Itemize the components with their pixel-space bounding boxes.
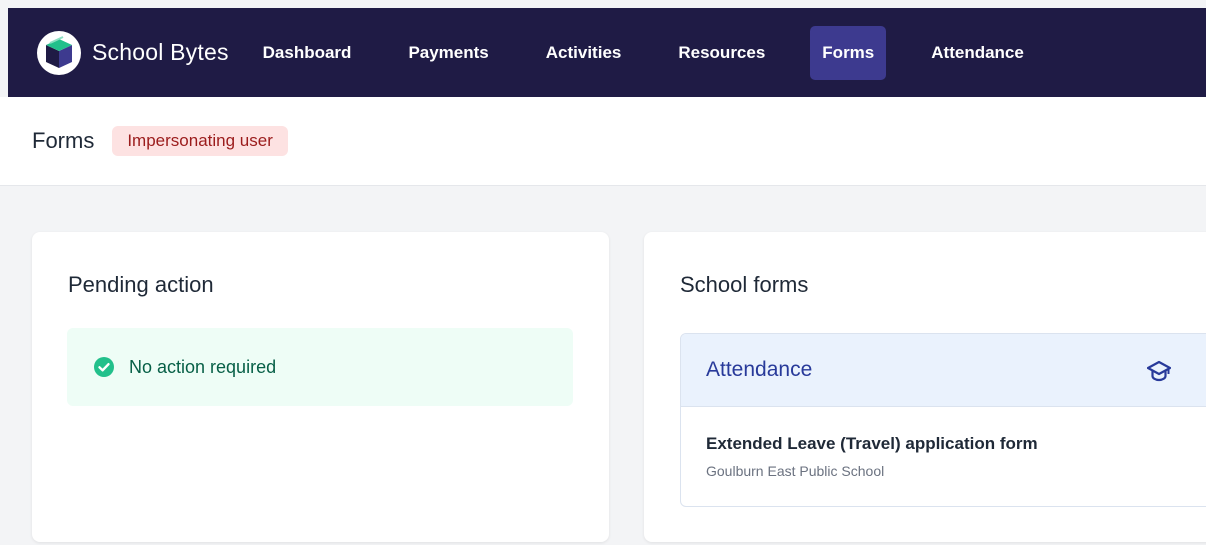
form-group-header: Attendance <box>681 334 1206 407</box>
school-forms-card: School forms Attendance Extended Leave (… <box>644 232 1206 542</box>
form-list-item[interactable]: Extended Leave (Travel) application form… <box>681 407 1206 479</box>
nav-item-activities[interactable]: Activities <box>534 26 634 80</box>
pending-action-title: Pending action <box>68 272 214 297</box>
school-forms-title: School forms <box>680 272 809 297</box>
check-circle-icon <box>94 357 114 377</box>
nav-item-resources[interactable]: Resources <box>666 26 777 80</box>
impersonating-badge: Impersonating user <box>112 126 288 156</box>
top-navbar: School Bytes Dashboard Payments Activiti… <box>8 8 1206 97</box>
main-nav: Dashboard Payments Activities Resources … <box>251 25 1069 80</box>
no-action-notice: No action required <box>67 328 573 406</box>
form-group-title: Attendance <box>706 358 813 381</box>
logo-icon <box>37 30 81 75</box>
form-name: Extended Leave (Travel) application form <box>706 434 1038 453</box>
graduation-cap-icon <box>1147 360 1171 382</box>
page-title: Forms <box>32 128 95 153</box>
pending-action-card: Pending action No action required <box>32 232 609 542</box>
nav-item-forms[interactable]: Forms <box>810 25 887 80</box>
page-header: Forms Impersonating user <box>0 97 1206 186</box>
notice-text: No action required <box>129 356 277 377</box>
form-school: Goulburn East Public School <box>706 463 885 479</box>
app-logo[interactable]: School Bytes <box>36 30 229 76</box>
nav-item-payments[interactable]: Payments <box>396 26 500 80</box>
nav-item-dashboard[interactable]: Dashboard <box>251 26 364 80</box>
app-name: School Bytes <box>92 39 229 65</box>
nav-item-attendance[interactable]: Attendance <box>919 26 1036 80</box>
form-group-attendance: Attendance Extended Leave (Travel) appli… <box>680 333 1206 507</box>
